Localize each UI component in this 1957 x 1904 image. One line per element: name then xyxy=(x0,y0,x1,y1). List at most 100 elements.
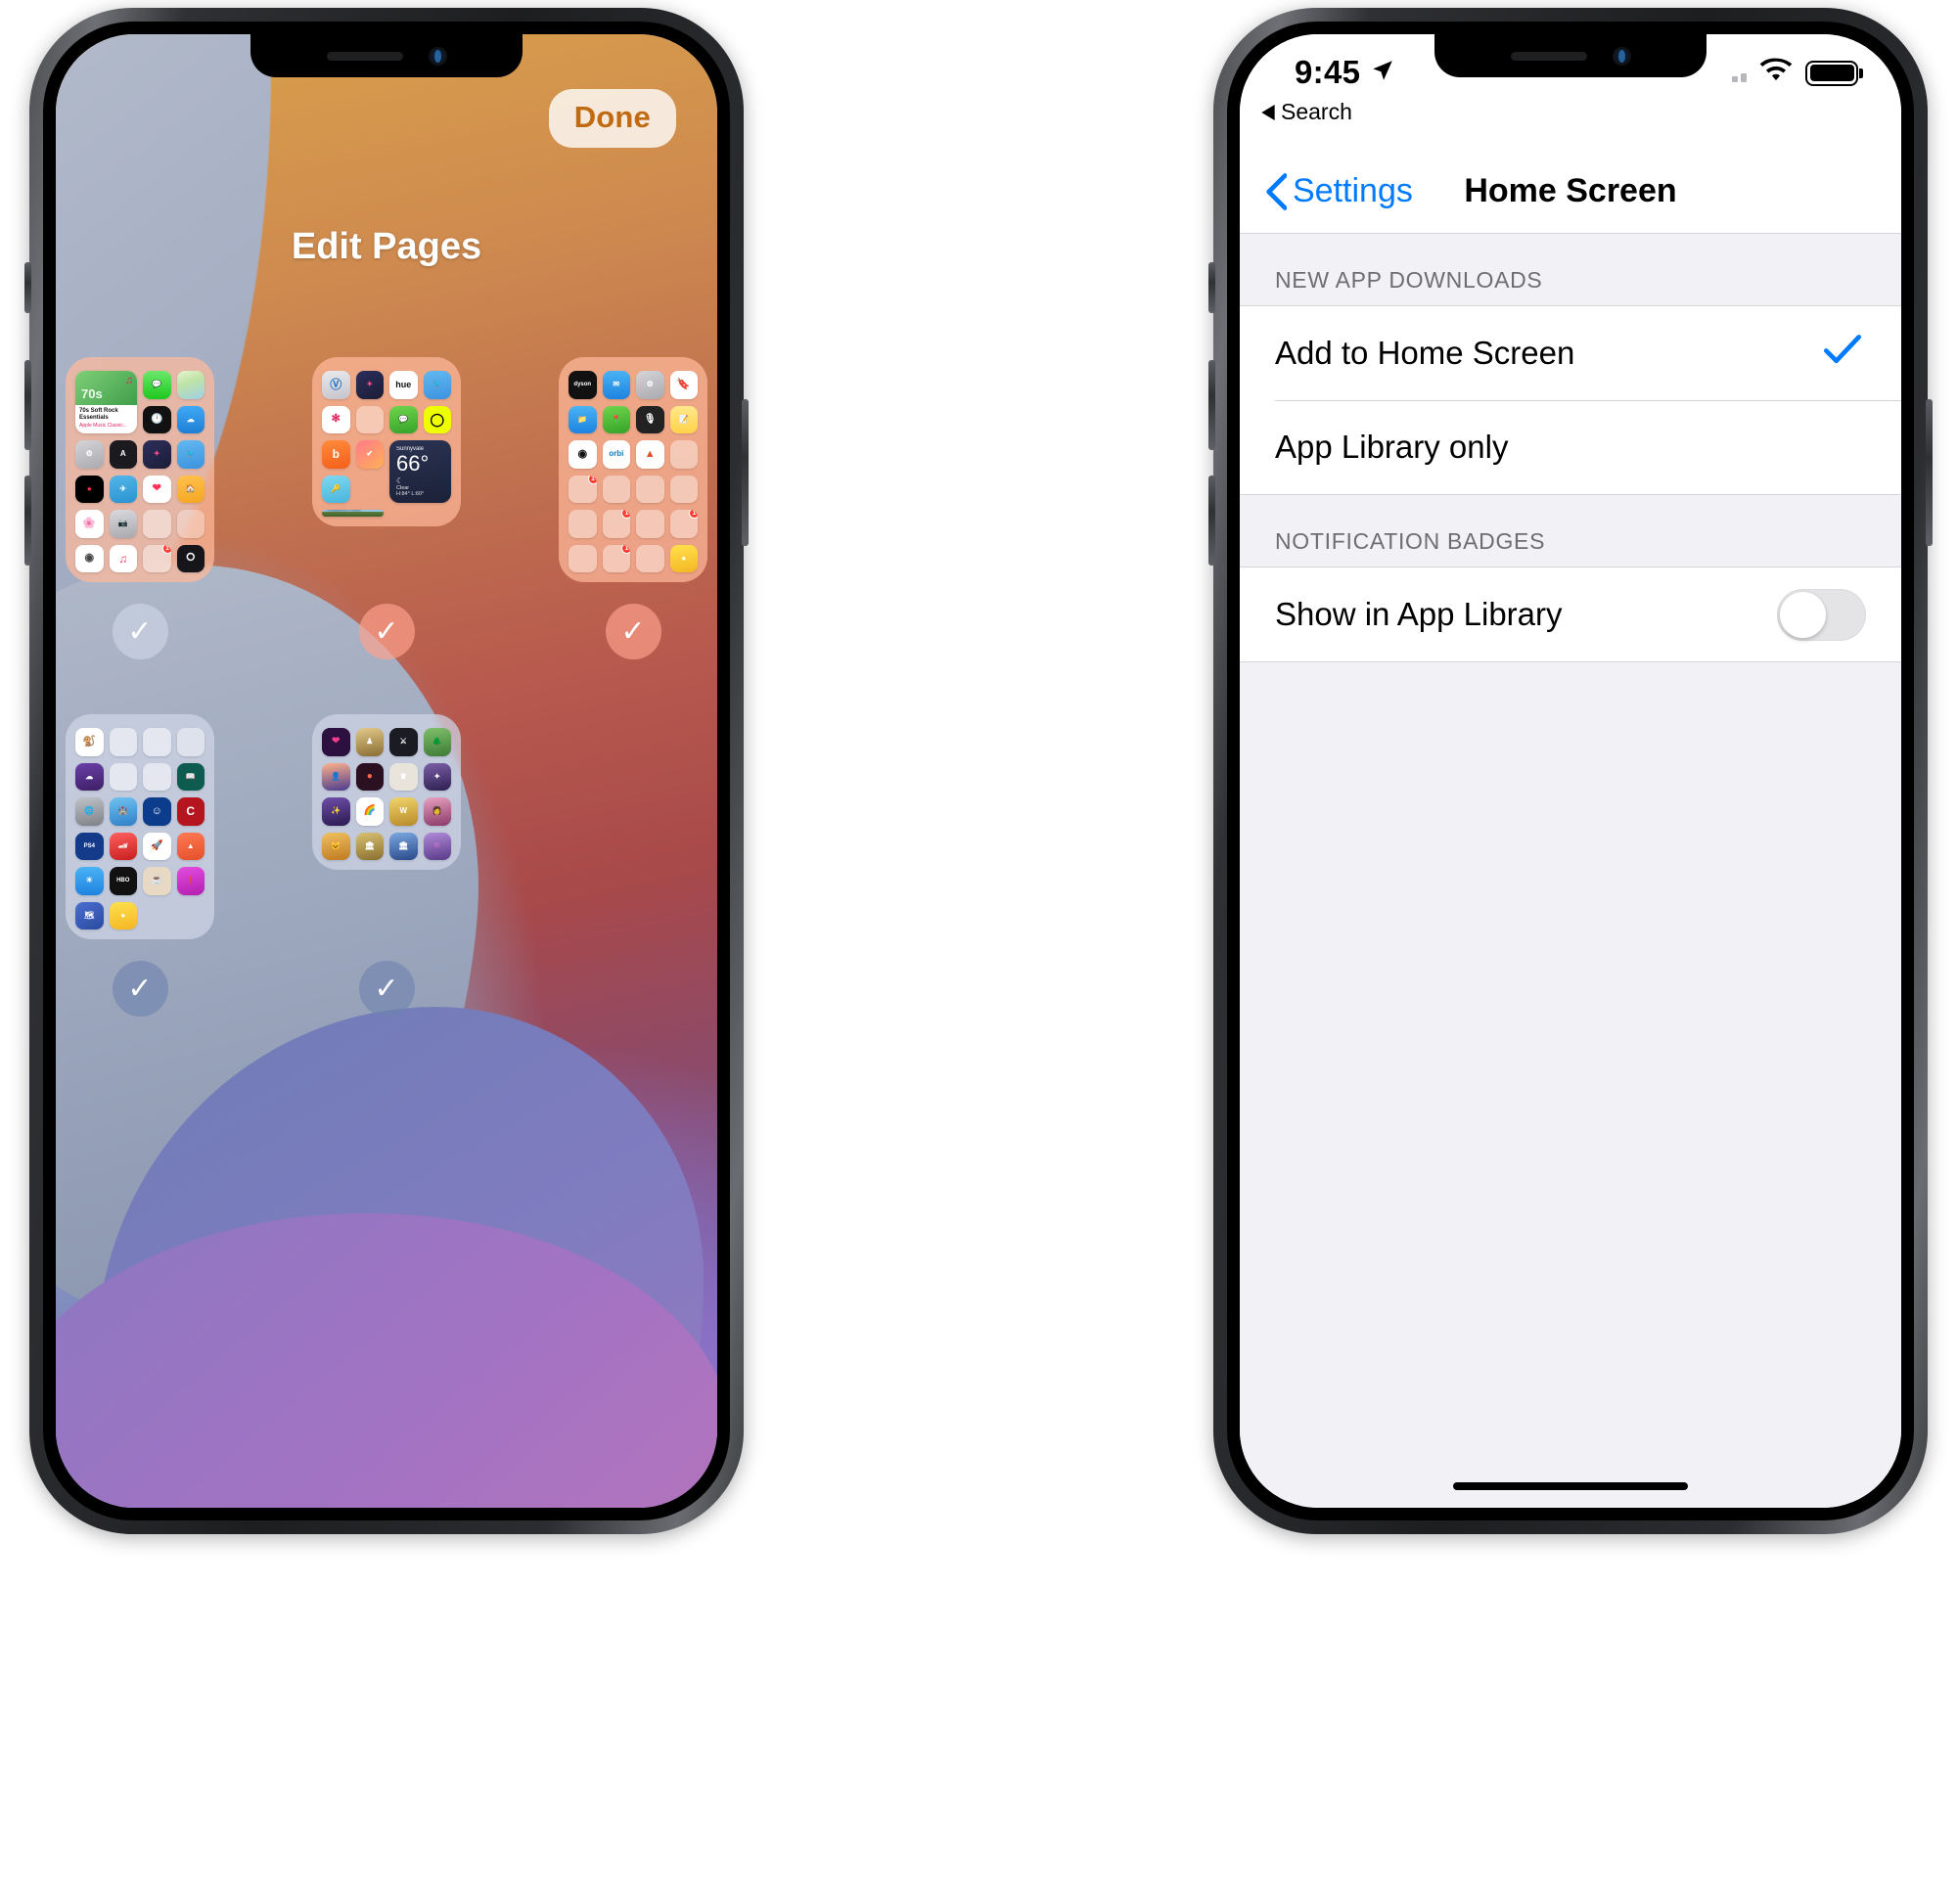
app-slack[interactable]: ✻ xyxy=(322,405,350,433)
page-check-3[interactable]: ✓ xyxy=(605,604,661,659)
folder-icon-9[interactable] xyxy=(569,510,597,538)
volume-up-button-right[interactable] xyxy=(1208,360,1215,450)
app-translate[interactable]: A xyxy=(109,440,137,469)
app-music[interactable]: ♫ xyxy=(109,544,137,572)
row-add-to-home-screen[interactable]: Add to Home Screen xyxy=(1240,306,1901,400)
folder-icon-15[interactable] xyxy=(636,544,664,572)
app-maps[interactable] xyxy=(176,371,205,399)
game-icon-4[interactable]: 🌲 xyxy=(423,728,451,756)
page-thumbnail-4[interactable]: 🐒 ☁ 📖 🌐 🏰 ☺ C PS4 🏎 🚀 ▲ ☀ HBO ☕ ❗ 🗺 ● xyxy=(66,714,214,939)
app-pokemon-2[interactable]: ● xyxy=(109,901,137,929)
app-photos[interactable]: 🌸 xyxy=(75,510,104,538)
folder-icon-10[interactable]: 1 xyxy=(602,510,630,538)
folder-icon-14[interactable]: 1 xyxy=(602,544,630,572)
app-tweetbot[interactable]: 🐦 xyxy=(176,440,205,469)
page-thumbnail-3[interactable]: dyson ✉ ⚙ 🔖 📁 📍 🎙 📝 ◉ orbi ▲ 1 1 1 1 ● xyxy=(559,357,707,582)
app-files[interactable]: 📁 xyxy=(569,405,597,433)
folder-icon-17[interactable] xyxy=(143,728,171,756)
app-disneyland[interactable]: 🏰 xyxy=(109,797,137,826)
app-ps4[interactable]: PS4 xyxy=(75,832,104,860)
side-button-right[interactable] xyxy=(1926,399,1933,546)
app-clock[interactable]: 🕛 xyxy=(143,405,171,433)
app-fitness[interactable]: ● xyxy=(75,475,104,503)
folder-icon-2[interactable] xyxy=(176,510,205,538)
folder-social[interactable]: 1 xyxy=(143,544,171,572)
app-shortcuts-2[interactable]: ✦ xyxy=(355,371,384,399)
app-overcast[interactable]: ◯ xyxy=(423,405,451,433)
app-adobe[interactable]: ▲ xyxy=(636,440,664,469)
app-orbi[interactable]: orbi xyxy=(602,440,630,469)
game-icon-6[interactable]: ● xyxy=(355,762,384,791)
app-weather-2[interactable]: ☀ xyxy=(75,867,104,895)
folder-icon-6[interactable] xyxy=(602,475,630,503)
folder-icon-16[interactable] xyxy=(109,728,137,756)
page-thumbnail-1[interactable]: ♫ 70s Soft Rock Essentials Apple Music C… xyxy=(66,357,214,582)
app-camera[interactable]: 📷 xyxy=(109,510,137,538)
app-shortcuts[interactable]: ✦ xyxy=(143,440,171,469)
volume-up-button[interactable] xyxy=(24,360,31,450)
app-kik[interactable]: 💬 xyxy=(389,405,418,433)
side-button[interactable] xyxy=(742,399,749,546)
folder-icon-13[interactable] xyxy=(569,544,597,572)
app-darksky[interactable]: ☁ xyxy=(75,762,104,791)
empty-slot-2[interactable] xyxy=(176,728,205,756)
app-sonos[interactable]: ◉ xyxy=(569,440,597,469)
folder-icon-19[interactable] xyxy=(143,762,171,791)
app-oak[interactable]: ⭘ xyxy=(176,544,205,572)
page-check-4[interactable]: ✓ xyxy=(112,961,168,1017)
game-icon-10[interactable]: 🌈 xyxy=(355,797,384,826)
app-adobe-2[interactable]: ▲ xyxy=(176,832,205,860)
folder-icon-12[interactable]: 1 xyxy=(669,510,698,538)
app-bookmarks[interactable]: 🔖 xyxy=(669,371,698,399)
page-check-5[interactable]: ✓ xyxy=(358,961,415,1017)
page-check-2[interactable]: ✓ xyxy=(358,604,415,659)
app-halide[interactable]: ◉ xyxy=(75,544,104,572)
app-disneyplus[interactable]: ☺ xyxy=(143,797,171,826)
app-pokemon[interactable]: ● xyxy=(669,544,698,572)
app-keys[interactable]: 🔑 xyxy=(322,475,350,503)
row-show-in-app-library[interactable]: Show in App Library xyxy=(1240,567,1901,661)
game-icon-14[interactable]: 🏛 xyxy=(355,832,384,860)
game-icon-16[interactable]: 👾 xyxy=(423,832,451,860)
app-weather[interactable]: ☁ xyxy=(176,405,205,433)
app-telegram[interactable]: ✈ xyxy=(109,475,137,503)
app-starbucks[interactable]: ☕ xyxy=(143,867,171,895)
game-icon-11[interactable]: W xyxy=(389,797,418,826)
folder-icon-3[interactable] xyxy=(355,405,384,433)
mute-switch[interactable] xyxy=(24,262,31,313)
folder-icon-7[interactable] xyxy=(636,475,664,503)
page-thumbnail-2[interactable]: Ⓥ ✦ hue 🐦 ✻ 💬 ◯ b ✔ Sunnyvale 66° ☾ Clea… xyxy=(312,357,461,526)
app-hue[interactable]: hue xyxy=(389,371,418,399)
app-podcasts[interactable]: 🎙 xyxy=(636,405,664,433)
app-notes[interactable]: 📝 xyxy=(669,405,698,433)
game-icon-5[interactable]: 👤 xyxy=(322,762,350,791)
app-books[interactable]: 📖 xyxy=(176,762,205,791)
back-to-search-button[interactable]: Search xyxy=(1261,99,1352,125)
app-costco[interactable]: C xyxy=(176,797,205,826)
volume-down-button[interactable] xyxy=(24,476,31,566)
app-maps-2[interactable]: 🗺 xyxy=(75,901,104,929)
app-findmy[interactable]: 📍 xyxy=(602,405,630,433)
app-things[interactable]: ✔ xyxy=(355,440,384,469)
game-icon-9[interactable]: ✨ xyxy=(322,797,350,826)
game-icon-2[interactable]: ♟ xyxy=(355,728,384,756)
game-icon-8[interactable]: ✦ xyxy=(423,762,451,791)
app-tweetbot-2[interactable]: 🐦 xyxy=(423,371,451,399)
app-messages[interactable]: 💬 xyxy=(143,371,171,399)
page-thumbnail-5[interactable]: ❤ ♟ ⚔ 🌲 👤 ● ♛ ✦ ✨ 🌈 W 👩 🐱 🏛 🏛 👾 xyxy=(312,714,461,870)
app-home[interactable]: 🏠 xyxy=(176,475,205,503)
folder-icon-5[interactable]: 1 xyxy=(569,475,597,503)
app-health[interactable]: ❤ xyxy=(143,475,171,503)
back-button[interactable]: Settings xyxy=(1265,172,1413,210)
app-mario-kart[interactable]: 🏎 xyxy=(109,832,137,860)
app-mail[interactable]: ✉ xyxy=(602,371,630,399)
game-icon-7[interactable]: ♛ xyxy=(389,762,418,791)
game-icon-13[interactable]: 🐱 xyxy=(322,832,350,860)
folder-icon-11[interactable] xyxy=(636,510,664,538)
app-hbogo[interactable]: HBO xyxy=(109,867,137,895)
page-check-1[interactable]: ✓ xyxy=(112,604,168,659)
app-monkey-island[interactable]: 🐒 xyxy=(75,728,104,756)
folder-icon-18[interactable] xyxy=(109,762,137,791)
game-icon-15[interactable]: 🏛 xyxy=(389,832,418,860)
show-in-app-library-toggle[interactable] xyxy=(1777,588,1866,641)
